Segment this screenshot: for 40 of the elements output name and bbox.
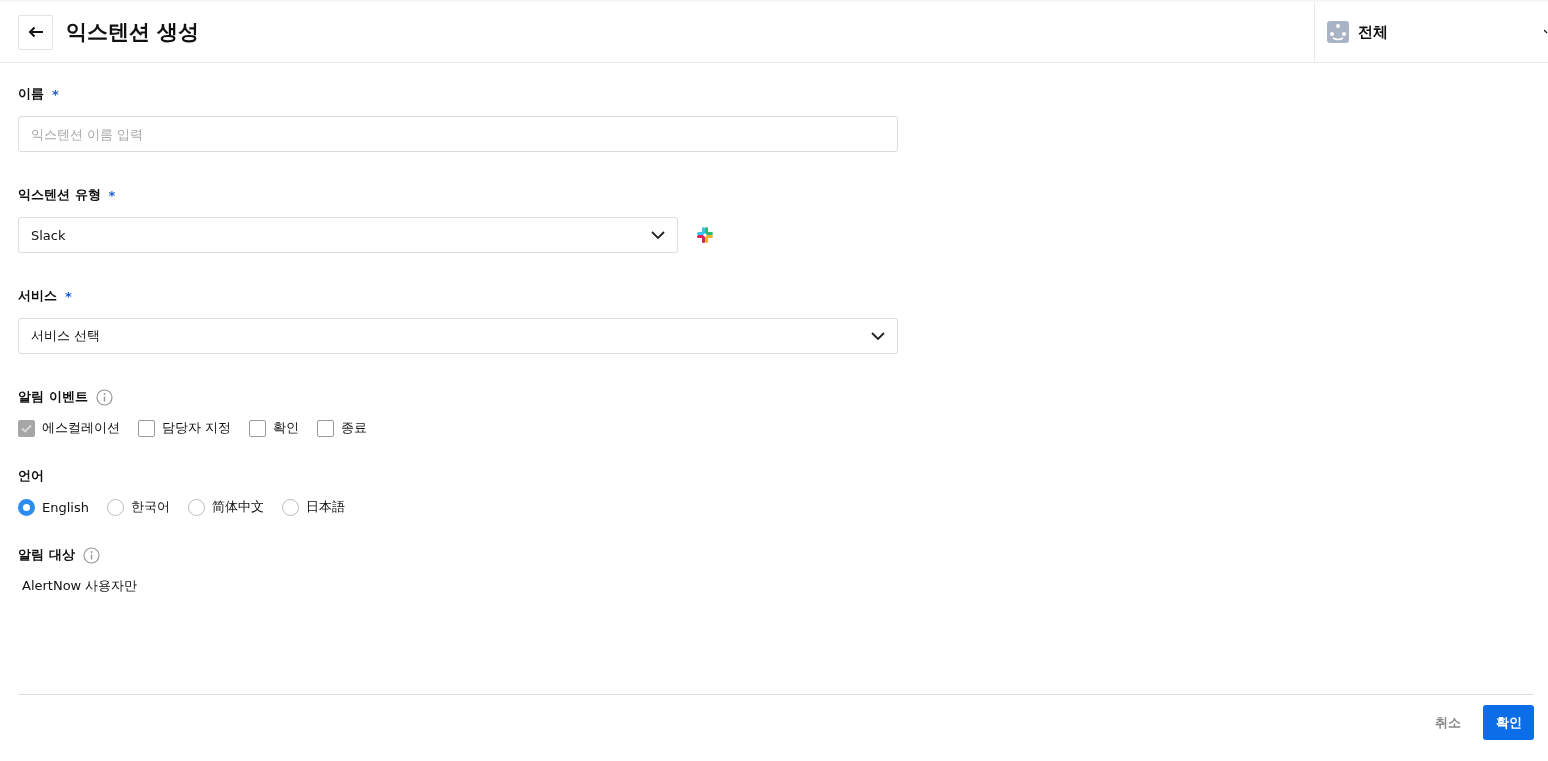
- back-arrow-icon: [27, 26, 44, 38]
- event-checkbox[interactable]: 확인: [249, 419, 300, 437]
- workspace-name: 전체: [1358, 22, 1389, 42]
- field-label: 알림 대상: [18, 546, 75, 564]
- checkbox[interactable]: [249, 419, 267, 437]
- checkbox[interactable]: [317, 419, 335, 437]
- confirm-button[interactable]: 확인: [1483, 705, 1534, 740]
- event-checkbox[interactable]: 종료: [317, 419, 368, 437]
- back-button[interactable]: [18, 14, 53, 50]
- required-mark: *: [52, 86, 59, 102]
- radio[interactable]: [106, 498, 124, 516]
- name-input-field[interactable]: 익스텐션 이름 입력: [18, 116, 898, 152]
- checkmark-icon: [21, 423, 32, 433]
- chevron-down-icon: [651, 230, 665, 240]
- slack-logo-icon: [696, 226, 714, 244]
- workspace-icon: [1327, 21, 1349, 43]
- service-select[interactable]: 서비스 선택: [18, 318, 898, 354]
- language-radio[interactable]: 日本語: [281, 498, 345, 516]
- info-icon[interactable]: [95, 388, 113, 406]
- chevron-down-icon: [871, 331, 885, 341]
- event-checkbox[interactable]: 담당자 지정: [138, 419, 232, 437]
- field-label: 언어: [18, 467, 44, 485]
- required-mark: *: [65, 288, 72, 304]
- required-mark: *: [108, 187, 116, 203]
- checkbox[interactable]: [138, 419, 155, 437]
- field-label: 이름: [18, 85, 44, 103]
- field-label: 알림 이벤트: [18, 388, 88, 406]
- radio[interactable]: [18, 498, 35, 516]
- target-value: AlertNow 사용자만: [21, 577, 139, 595]
- radio[interactable]: [281, 498, 299, 516]
- info-icon[interactable]: [82, 546, 100, 564]
- workspace-selector[interactable]: 전체: [1314, 2, 1548, 62]
- extension-type-select[interactable]: Slack: [18, 217, 678, 253]
- field-label: 익스텐션 유형: [18, 186, 101, 204]
- language-radio[interactable]: English: [18, 498, 89, 516]
- language-radio[interactable]: 简体中文: [187, 498, 264, 516]
- field-label: 서비스: [18, 287, 57, 305]
- radio[interactable]: [187, 498, 205, 516]
- language-radio[interactable]: 한국어: [106, 498, 170, 516]
- page-title: 익스텐션 생성: [66, 19, 200, 46]
